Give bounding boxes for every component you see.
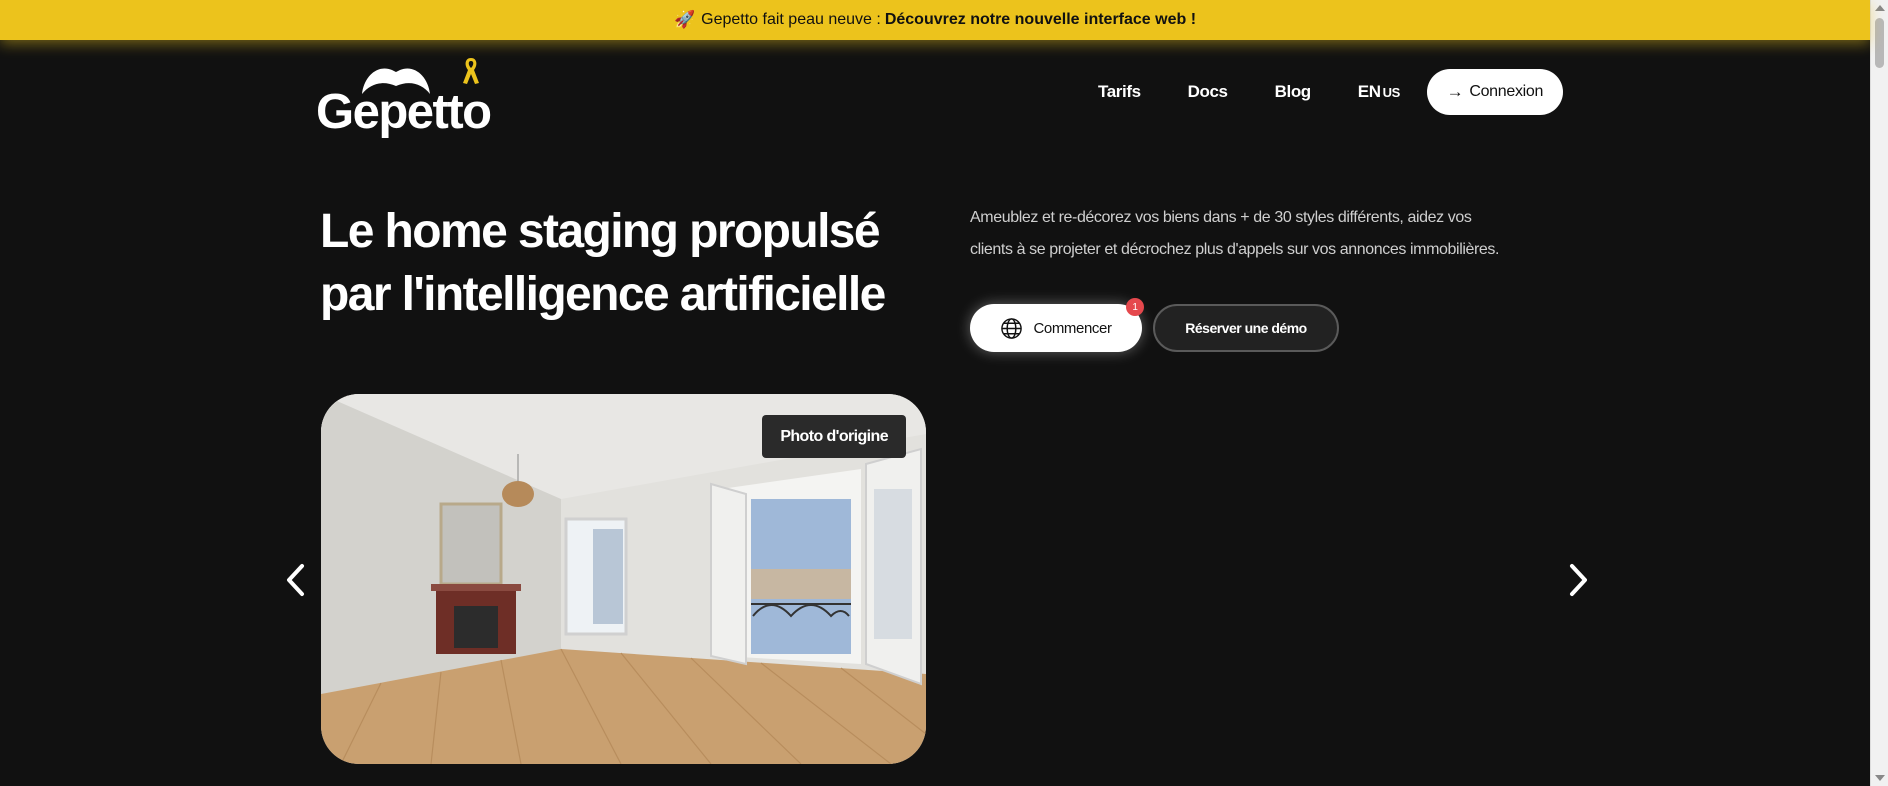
scrollbar-thumb[interactable] bbox=[1875, 18, 1884, 68]
hero-description-line-2: clients à se projeter et décrochez plus … bbox=[970, 241, 1500, 258]
chevron-right-icon[interactable] bbox=[1563, 560, 1593, 600]
globe-icon bbox=[1001, 317, 1023, 339]
chevron-left-icon[interactable] bbox=[281, 560, 311, 600]
logo-text: Gepetto bbox=[316, 85, 492, 139]
photo-label-text: Photo d'origine bbox=[780, 427, 888, 445]
announcement-bar[interactable]: 🚀 Gepetto fait peau neuve : Découvrez no… bbox=[0, 0, 1870, 40]
arrow-right-icon: → bbox=[1446, 82, 1464, 101]
ribbon-icon bbox=[463, 58, 479, 84]
logo[interactable]: Gepetto bbox=[316, 58, 496, 139]
notification-badge: 1 bbox=[1126, 298, 1144, 316]
announcement-link[interactable]: Découvrez notre nouvelle interface web ! bbox=[885, 11, 1196, 29]
login-label: Connexion bbox=[1469, 83, 1544, 100]
scroll-down-icon[interactable] bbox=[1875, 775, 1885, 781]
hero-description: Ameublez et re-décorez vos biens dans + … bbox=[970, 202, 1510, 266]
login-button[interactable]: → Connexion bbox=[1426, 69, 1563, 115]
announcement-text: Gepetto fait peau neuve : bbox=[701, 11, 881, 28]
language-code: EN bbox=[1357, 82, 1381, 101]
photo-label: Photo d'origine bbox=[762, 415, 906, 458]
book-demo-label: Réserver une démo bbox=[1185, 320, 1307, 336]
nav-link-tarifs[interactable]: Tarifs bbox=[1098, 82, 1141, 102]
rocket-icon: 🚀 bbox=[673, 10, 696, 29]
region-code: US bbox=[1382, 85, 1401, 100]
start-label: Commencer bbox=[1033, 319, 1112, 337]
hero-description-line-1: Ameublez et re-décorez vos biens dans + … bbox=[970, 209, 1472, 226]
room-photo: Photo d'origine bbox=[321, 394, 926, 764]
hero-title-line-1: Le home staging propulsé bbox=[320, 205, 881, 258]
cta-group: Commencer 1 Réserver une démo bbox=[970, 298, 1339, 352]
nav-link-docs[interactable]: Docs bbox=[1188, 82, 1228, 102]
page-scrollbar[interactable] bbox=[1870, 0, 1888, 786]
hero-title-line-2: par l'intelligence artificielle bbox=[320, 268, 886, 321]
start-button[interactable]: Commencer 1 bbox=[970, 298, 1144, 352]
nav-link-blog[interactable]: Blog bbox=[1275, 82, 1312, 102]
main-nav: Tarifs Docs Blog EN US → Connexion bbox=[1098, 69, 1563, 115]
book-demo-button[interactable]: Réserver une démo bbox=[1153, 304, 1339, 352]
hero-title: Le home staging propulsé par l'intellige… bbox=[320, 200, 940, 326]
language-selector[interactable]: EN US bbox=[1357, 82, 1401, 102]
scroll-up-icon[interactable] bbox=[1875, 5, 1885, 11]
